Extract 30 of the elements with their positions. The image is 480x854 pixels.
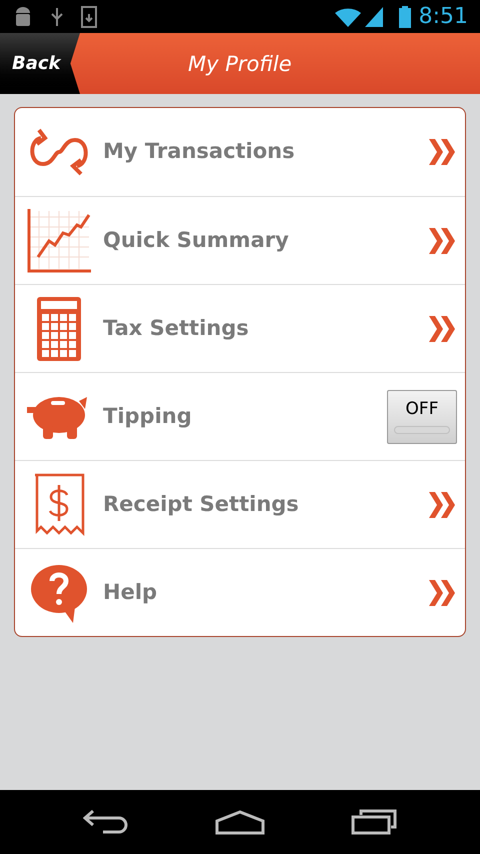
menu-label: Quick Summary — [103, 226, 290, 254]
menu-label: Tipping — [103, 402, 193, 430]
menu-label: Tax Settings — [103, 314, 250, 342]
usb-icon — [50, 6, 64, 28]
wifi-icon — [334, 6, 361, 26]
menu-label: Help — [103, 578, 158, 606]
screen-title: My Profile — [188, 51, 292, 78]
back-button[interactable]: Back — [0, 33, 80, 94]
menu-label: My Transactions — [103, 138, 296, 166]
back-icon[interactable] — [83, 809, 129, 835]
recent-apps-icon[interactable] — [351, 809, 397, 835]
download-icon — [80, 6, 98, 28]
toggle-button[interactable]: OFF — [387, 390, 457, 444]
menu-row[interactable]: Quick Summary — [15, 196, 465, 284]
menu-row[interactable]: Tipping OFF — [15, 372, 465, 460]
chevron-icon — [429, 139, 457, 165]
chevron-icon — [429, 228, 457, 254]
battery-icon — [398, 6, 411, 28]
chevron-icon — [429, 492, 457, 518]
chevron-icon — [429, 316, 457, 342]
chevron-icon — [429, 580, 457, 606]
line-chart-icon — [25, 206, 93, 274]
signal-icon — [364, 6, 383, 26]
menu-row[interactable]: Help — [15, 548, 465, 636]
clock: 8:51 — [418, 3, 468, 31]
home-icon[interactable] — [215, 809, 265, 835]
menu-label: Receipt Settings — [103, 490, 300, 518]
menu-row[interactable]: Tax Settings — [15, 284, 465, 372]
menu-row[interactable]: My Transactions — [15, 108, 465, 196]
menu-row[interactable]: Receipt Settings — [15, 460, 465, 548]
